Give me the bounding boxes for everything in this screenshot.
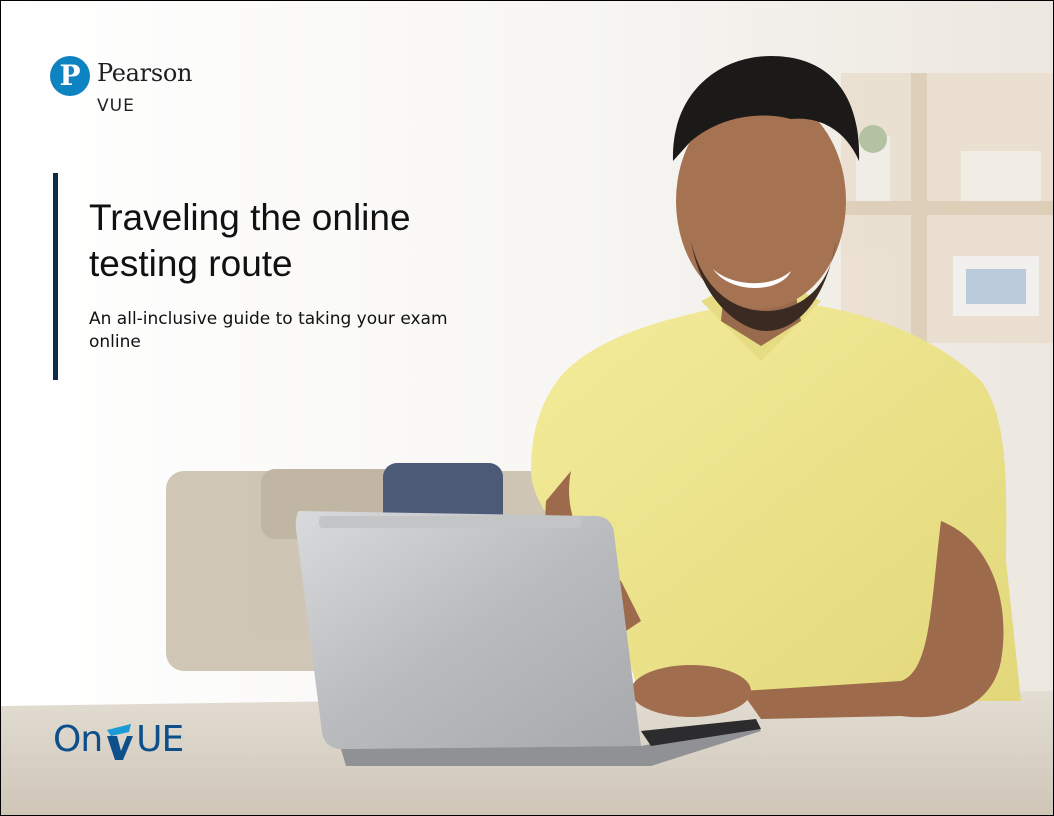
brand-subname: VUE [97, 96, 135, 116]
cover-title-block: Traveling the online testing route An al… [53, 173, 528, 380]
onvue-prefix: On [53, 719, 103, 760]
brand-name: Pearson [97, 59, 193, 87]
onvue-suffix: UE [136, 719, 184, 760]
document-cover: P Pearson VUE Traveling the online testi… [0, 0, 1054, 816]
cover-photo [1, 1, 1053, 815]
page-title: Traveling the online testing route [89, 197, 411, 284]
onvue-logo: On UE [53, 719, 184, 779]
onvue-v-icon [103, 720, 135, 760]
pearson-logo-icon: P [50, 56, 90, 96]
page-subtitle: An all-inclusive guide to taking your ex… [89, 309, 448, 352]
background-shelf [841, 73, 1053, 343]
